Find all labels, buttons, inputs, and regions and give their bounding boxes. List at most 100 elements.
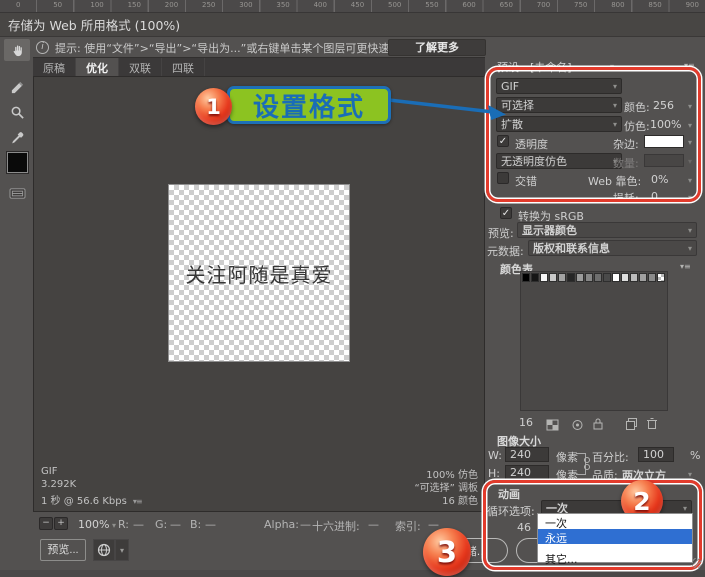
lossy-caret-icon[interactable]: ▾ <box>688 193 692 202</box>
color-swatch[interactable] <box>594 273 602 282</box>
lock-color-icon[interactable] <box>592 415 604 434</box>
height-field[interactable]: 240 <box>505 465 549 480</box>
loop-label: 循环选项: <box>487 505 535 518</box>
ruler-number: 100 <box>90 1 104 9</box>
color-swatch[interactable] <box>531 273 539 282</box>
color-swatch[interactable] <box>558 273 566 282</box>
lossy-label: 损耗: <box>613 192 639 205</box>
matte-color-swatch[interactable] <box>644 135 684 148</box>
format-dropdown[interactable]: GIF ▾ <box>496 78 622 94</box>
dialog-bottom-edge <box>0 570 705 577</box>
optimized-preview-canvas[interactable]: 关注阿随是真爱 GIF 3.292K 1 秒 @ 56.6 Kbps ▾≡ 100… <box>33 76 485 512</box>
width-label: W: <box>488 449 502 462</box>
tab-4up[interactable]: 四联 <box>162 58 205 76</box>
learn-more-button[interactable]: 了解更多 <box>388 39 486 56</box>
amount-label: 数量: <box>613 157 639 170</box>
color-swatch[interactable] <box>585 273 593 282</box>
delete-color-icon[interactable] <box>646 415 658 434</box>
ruler-number: 250 <box>202 1 216 9</box>
web-shift-icon[interactable] <box>571 416 584 435</box>
eyedropper-tool-button[interactable] <box>4 127 30 149</box>
menu-item-other[interactable]: 其它... <box>538 550 692 566</box>
status-speed: 1 秒 @ 56.6 Kbps ▾≡ <box>41 496 143 507</box>
ruler-number: 550 <box>425 1 439 9</box>
transparency-checkbox[interactable]: ✓ <box>497 135 509 147</box>
dither-value[interactable]: 100% <box>650 118 681 131</box>
colors-label: 颜色: <box>624 101 650 114</box>
websnap-caret-icon[interactable]: ▾ <box>688 176 692 185</box>
color-swatch[interactable] <box>576 273 584 282</box>
map-transparency-icon[interactable] <box>546 416 559 435</box>
status-menu-icon[interactable]: ▾≡ <box>133 497 143 506</box>
transparency-dither-dropdown[interactable]: 无透明度仿色 ▾ <box>496 153 622 169</box>
color-swatch[interactable] <box>630 273 638 282</box>
step1-text: 设置格式 <box>252 92 365 123</box>
color-reduction-dropdown[interactable]: 可选择 ▾ <box>496 97 622 113</box>
color-swatch[interactable] <box>540 273 548 282</box>
interlaced-label: 交错 <box>515 175 537 188</box>
alpha-label: Alpha: <box>264 518 299 531</box>
percent-label: 百分比: <box>592 451 629 464</box>
matte-caret-icon[interactable]: ▾ <box>688 138 692 147</box>
r-value: — <box>133 518 144 531</box>
zoom-out-button[interactable]: − <box>39 517 53 530</box>
preview-mode-dropdown[interactable]: 显示器颜色 ▾ <box>517 222 697 238</box>
slice-select-tool-button[interactable] <box>4 76 30 98</box>
menu-item-forever[interactable]: 永远 <box>538 529 692 545</box>
dither-method-dropdown[interactable]: 扩散 ▾ <box>496 116 622 132</box>
image-preview: 关注阿随是真爱 <box>168 184 350 362</box>
ruler-number: 300 <box>239 1 253 9</box>
ruler-number: 900 <box>685 1 699 9</box>
width-field[interactable]: 240 <box>505 447 549 462</box>
zoom-caret-icon[interactable]: ▾ <box>112 521 116 530</box>
ruler-number: 750 <box>574 1 588 9</box>
tab-optimized[interactable]: 优化 <box>76 58 119 76</box>
tab-2up[interactable]: 双联 <box>119 58 162 76</box>
zoom-level-value[interactable]: 100% <box>78 518 109 531</box>
preset-panel-menu-icon[interactable]: ▾≡ <box>684 61 695 70</box>
hand-tool-button[interactable] <box>4 39 30 61</box>
color-swatch[interactable] <box>657 273 665 282</box>
colortable-panel-menu-icon[interactable]: ▾≡ <box>680 262 691 271</box>
link-icon[interactable] <box>583 457 591 471</box>
color-swatch[interactable] <box>603 273 611 282</box>
color-swatch[interactable] <box>522 273 530 282</box>
percent-field[interactable]: 100 <box>638 447 674 462</box>
width-unit: 像素 <box>556 451 578 464</box>
zoom-icon <box>11 106 24 119</box>
slice-select-icon <box>11 81 23 93</box>
dither-amount-caret-icon[interactable]: ▾ <box>688 121 692 130</box>
quality-caret-icon[interactable]: ▾ <box>688 470 692 479</box>
browser-preview-select[interactable] <box>93 539 115 561</box>
toggle-slices-button[interactable] <box>4 182 30 204</box>
websnap-value[interactable]: 0% <box>651 173 668 186</box>
image-text: 关注阿随是真爱 <box>185 262 333 287</box>
preset-caret-icon[interactable]: ▾ <box>610 62 614 71</box>
colors-caret-icon[interactable]: ▾ <box>688 102 692 111</box>
interlaced-checkbox[interactable] <box>497 172 509 184</box>
new-color-icon[interactable] <box>625 415 638 434</box>
preset-value[interactable]: [未命名] <box>530 59 572 75</box>
tab-original[interactable]: 原稿 <box>33 58 76 76</box>
ruler-number: 650 <box>499 1 513 9</box>
zoom-in-button[interactable]: + <box>54 517 68 530</box>
preset-label: 预设: <box>497 61 523 74</box>
color-swatch[interactable] <box>612 273 620 282</box>
color-swatch[interactable] <box>567 273 575 282</box>
eyedropper-color-swatch[interactable] <box>6 151 29 174</box>
convert-srgb-checkbox[interactable]: ✓ <box>500 207 512 219</box>
color-swatch[interactable] <box>549 273 557 282</box>
preview-in-browser-button[interactable]: 预览... <box>40 539 86 561</box>
resize-grip[interactable] <box>692 558 702 568</box>
dither-caret-icon: ▾ <box>612 119 617 129</box>
zoom-tool-button[interactable] <box>4 101 30 123</box>
color-swatch[interactable] <box>648 273 656 282</box>
transparency-label: 透明度 <box>515 138 548 151</box>
color-swatch[interactable] <box>621 273 629 282</box>
colors-value[interactable]: 256 <box>653 99 674 112</box>
color-swatch[interactable] <box>639 273 647 282</box>
metadata-dropdown[interactable]: 版权和联系信息 ▾ <box>528 240 697 256</box>
lossy-value[interactable]: 0 <box>651 190 658 203</box>
browser-caret-icon[interactable]: ▾ <box>115 539 129 561</box>
menu-item-once[interactable]: 一次 <box>538 514 692 530</box>
